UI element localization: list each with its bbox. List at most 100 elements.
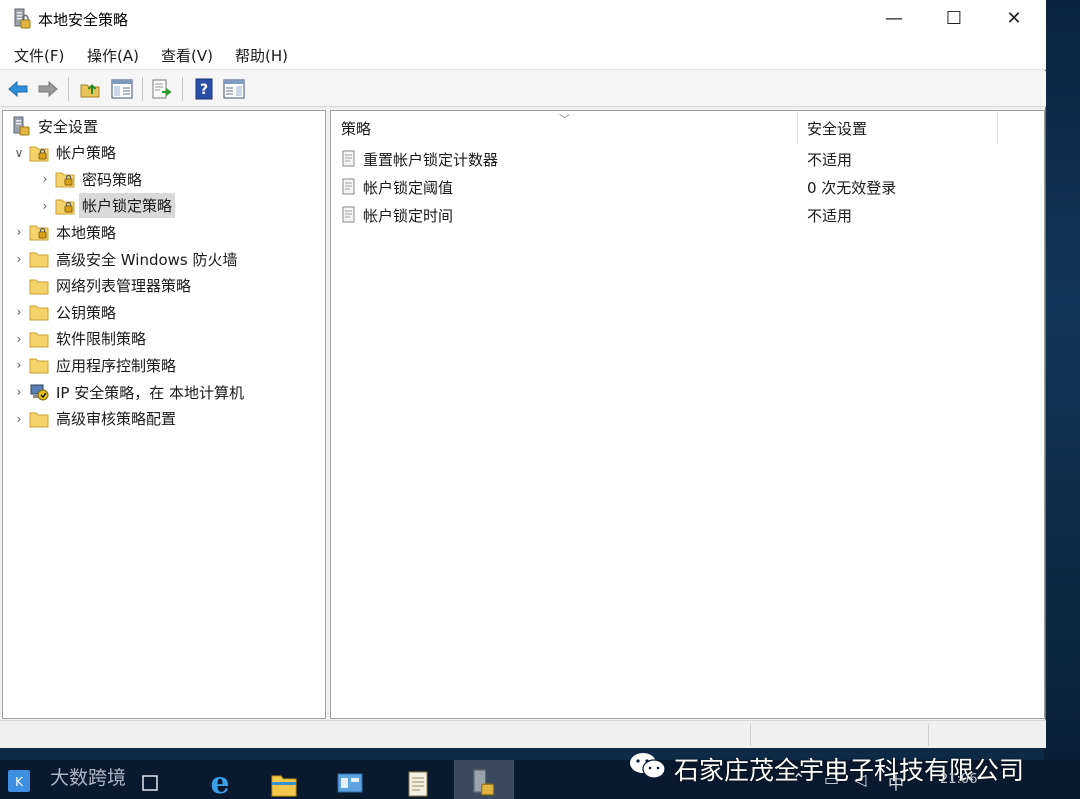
column-header-setting[interactable]: 安全设置 [798,111,998,145]
chevron-right-icon[interactable]: › [11,252,27,266]
column-header-policy-label: 策略 [341,119,372,138]
chevron-right-icon[interactable]: › [11,412,27,426]
maximize-button[interactable]: ☐ [924,0,984,36]
up-one-level-icon[interactable] [78,77,102,101]
security-settings-icon [11,116,31,136]
tree-item[interactable]: 网络列表管理器策略 [11,273,194,299]
policy-name: 帐户锁定阈值 [363,179,454,197]
export-list-icon[interactable] [150,77,174,101]
clock[interactable]: 21:06 [940,772,977,787]
chevron-right-icon[interactable]: › [11,305,27,319]
menu-file[interactable]: 文件(F) [14,45,64,66]
minimize-button[interactable]: — [864,0,924,36]
taskbar: K 大数跨境 e 石家庄茂全宇电子科技有限公司 ⌃ ▭ ◁ 中 21:06 [0,753,1080,799]
show-hide-console-tree-icon[interactable] [110,77,134,101]
policy-setting-icon [342,206,355,223]
toolbar-separator [142,77,143,101]
toolbar: ? [0,71,1046,107]
menu-action[interactable]: 操作(A) [87,45,139,66]
tree-item[interactable]: › 密码策略 [37,166,145,192]
folder-lock-icon [29,143,49,163]
column-header-policy[interactable]: 策略 ﹀ [331,111,798,145]
tree-item[interactable]: ∨ 帐户策略 [11,140,119,166]
close-icon: ✕ [1006,7,1022,29]
table-row[interactable]: 帐户锁定时间 不适用 [331,201,1044,229]
folder-lock-icon [29,222,49,242]
taskbar-server-manager[interactable] [326,760,374,799]
table-row[interactable]: 重置帐户锁定计数器 不适用 [331,145,1044,173]
policy-setting-value: 不适用 [807,151,853,169]
chevron-right-icon[interactable]: › [11,225,27,239]
chevron-down-icon[interactable]: ∨ [11,146,27,160]
start-logo-icon[interactable]: K [6,766,36,796]
help-icon[interactable]: ? [192,77,216,101]
svg-text:?: ? [200,82,208,98]
menu-bar: 文件(F) 操作(A) 查看(V) 帮助(H) [0,38,1046,70]
policy-setting-value: 0 次无效登录 [807,179,897,197]
sort-caret-icon: ﹀ [559,113,570,126]
taskbar-notepad[interactable] [394,760,442,799]
close-button[interactable]: ✕ [984,0,1044,36]
policy-name: 重置帐户锁定计数器 [363,151,499,169]
maximize-icon: ☐ [945,7,963,29]
console-tree: 安全设置 ∨ 帐户策略 › 密码策略 › 帐户锁定策略 › 本地策略 › 高级安全 Windows … [2,110,326,719]
taskbar-local-security-policy[interactable] [454,760,514,799]
network-icon[interactable]: ▭ [824,770,839,789]
tree-item[interactable]: › 软件限制策略 [11,326,149,352]
folder-icon [29,249,49,269]
chevron-right-icon[interactable]: › [11,358,27,372]
tree-item-label: 安全设置 [38,117,99,136]
ime-indicator[interactable]: 中 [888,770,904,794]
tree-item-label: 公钥策略 [56,303,117,322]
chevron-right-icon[interactable]: › [11,332,27,346]
folder-icon [29,409,49,429]
show-hidden-icons-chevron-icon[interactable]: ⌃ [792,770,805,789]
tree-item[interactable]: › 帐户锁定策略 [37,193,176,219]
desktop-background [1044,0,1080,760]
tree-item[interactable]: › 高级审核策略配置 [11,406,179,432]
svg-text:e: e [210,766,229,798]
volume-muted-icon[interactable]: ◁ [854,770,866,789]
policy-setting-value: 不适用 [807,207,853,225]
show-action-pane-icon[interactable] [222,77,246,101]
policy-list: 策略 ﹀ 安全设置 重置帐户锁定计数器 不适用 帐户锁定阈值 0 次无效登录 帐户锁定时… [330,110,1045,719]
tree-item-label: 应用程序控制策略 [56,356,177,375]
tree-item[interactable]: › 本地策略 [11,219,119,245]
chevron-right-icon[interactable]: › [11,385,27,399]
tree-item-label: 软件限制策略 [56,330,147,349]
tree-item-label: 高级安全 Windows 防火墙 [56,250,238,269]
internet-explorer-icon: e [210,766,229,798]
forward-arrow-icon[interactable] [36,77,60,101]
tree-item[interactable]: › 公钥策略 [11,299,119,325]
tree-item-label: 网络列表管理器策略 [56,277,192,296]
taskbar-internet-explorer[interactable]: e [196,760,244,799]
local-security-policy-app-icon [473,769,495,796]
tree-item[interactable]: 安全设置 [9,113,101,139]
toolbar-separator [182,77,183,101]
chevron-right-icon[interactable]: › [37,199,53,213]
tree-item-label: 密码策略 [82,170,143,189]
tree-item[interactable]: › 应用程序控制策略 [11,352,179,378]
taskbar-file-explorer[interactable] [260,760,308,799]
task-view-icon[interactable] [140,772,162,794]
local-security-policy-window: 本地安全策略 — ☐ ✕ 文件(F) 操作(A) 查看(V) 帮助(H) ? 安… [0,0,1046,748]
menu-view[interactable]: 查看(V) [161,45,213,66]
tree-item-label: 高级审核策略配置 [56,410,177,429]
folder-lock-icon [55,196,75,216]
title-bar: 本地安全策略 — ☐ ✕ [0,0,1046,38]
tree-item[interactable]: › IP 安全策略，在 本地计算机 [11,379,247,405]
policy-setting-icon [342,178,355,195]
policy-name: 帐户锁定时间 [363,207,454,225]
local-security-policy-app-icon [14,8,31,29]
svg-text:K: K [15,775,24,789]
back-arrow-icon[interactable] [6,77,30,101]
status-bar-divider [928,724,929,746]
chevron-right-icon[interactable]: › [37,172,53,186]
policy-setting-icon [342,150,355,167]
column-header-setting-label: 安全设置 [807,119,868,138]
ip-security-icon [29,382,49,402]
tree-item[interactable]: › 高级安全 Windows 防火墙 [11,246,241,272]
notepad-icon [408,771,428,797]
menu-help[interactable]: 帮助(H) [235,45,288,66]
table-row[interactable]: 帐户锁定阈值 0 次无效登录 [331,173,1044,201]
